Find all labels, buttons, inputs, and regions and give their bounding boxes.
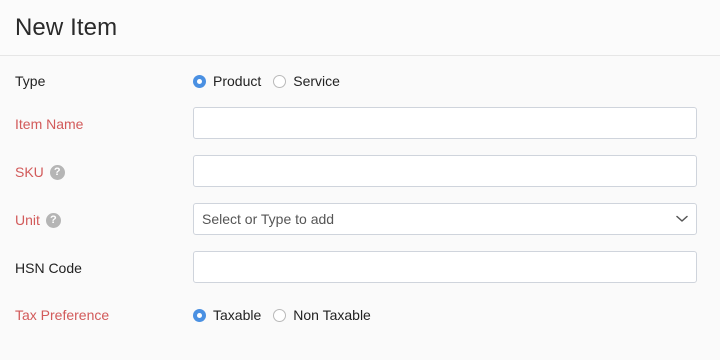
type-label: Type [15, 73, 45, 89]
hsn-code-label-text: HSN Code [15, 260, 82, 276]
type-option-service[interactable]: Service [273, 73, 340, 89]
taxable-radio-label: Taxable [213, 307, 262, 323]
page-title: New Item [15, 13, 118, 41]
type-radio-group: Product Service [193, 73, 352, 89]
sku-label: SKU ? [15, 164, 65, 180]
tax-option-non-taxable[interactable]: Non Taxable [273, 307, 371, 323]
tax-option-taxable[interactable]: Taxable [193, 307, 261, 323]
page-header: New Item [0, 0, 720, 56]
hsn-code-input[interactable] [193, 251, 697, 283]
service-radio[interactable] [273, 74, 287, 88]
tax-preference-label-text: Tax Preference [15, 307, 110, 323]
non-taxable-radio-label: Non Taxable [293, 307, 371, 323]
item-name-label-text: Item Name [15, 116, 84, 132]
sku-input[interactable] [193, 155, 697, 187]
tax-preference-label: Tax Preference [15, 307, 109, 323]
new-item-form: Type Product Service Item Name SKU ? Uni… [0, 56, 720, 360]
item-name-label: Item Name [15, 116, 83, 132]
sku-label-text: SKU [15, 164, 44, 180]
service-radio-label: Service [293, 73, 340, 89]
type-label-text: Type [15, 73, 46, 89]
question-icon[interactable]: ? [45, 212, 61, 228]
non-taxable-radio[interactable] [273, 308, 287, 322]
hsn-code-label: HSN Code [15, 260, 82, 276]
taxable-radio[interactable] [193, 308, 206, 322]
hsn-code-row: HSN Code [0, 251, 720, 285]
tax-preference-radio-group: Taxable Non Taxable [193, 307, 383, 323]
product-radio[interactable] [193, 74, 206, 88]
unit-select[interactable]: Select or Type to add [193, 203, 697, 235]
item-name-input[interactable] [193, 107, 697, 139]
tax-preference-row: Tax Preference Taxable Non Taxable [0, 298, 720, 332]
product-radio-label: Product [213, 73, 262, 89]
type-row: Type Product Service [0, 64, 720, 98]
unit-label-text: Unit [15, 212, 40, 228]
sku-row: SKU ? [0, 155, 720, 189]
type-option-product[interactable]: Product [193, 73, 261, 89]
unit-row: Unit ? Select or Type to add [0, 203, 720, 237]
question-icon[interactable]: ? [49, 164, 65, 180]
unit-select-placeholder: Select or Type to add [202, 211, 335, 227]
item-name-row: Item Name [0, 107, 720, 141]
chevron-down-icon [676, 215, 688, 222]
unit-label: Unit ? [15, 212, 61, 228]
